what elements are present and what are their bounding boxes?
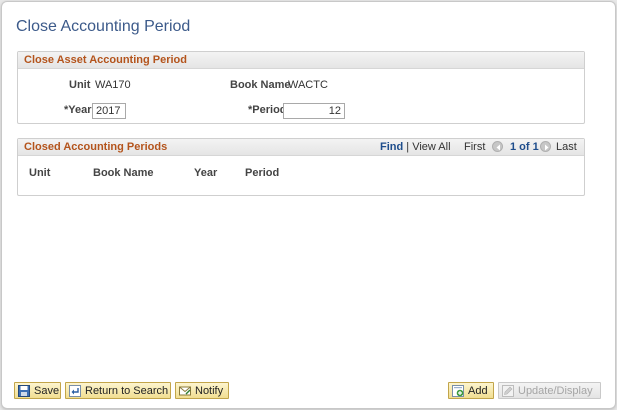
add-label: Add [468, 384, 488, 397]
return-to-search-label: Return to Search [85, 384, 169, 397]
notify-button[interactable]: Notify [175, 382, 229, 399]
period-field[interactable] [283, 103, 345, 119]
notify-label: Notify [195, 384, 224, 397]
view-all-link[interactable]: View All [412, 141, 450, 153]
save-label: Save [34, 384, 60, 397]
unit-value: WA170 [95, 79, 131, 91]
add-icon [452, 384, 464, 397]
page-frame: Close Accounting Period Close Asset Acco… [1, 1, 616, 409]
update-display-icon [502, 384, 514, 397]
notify-icon [179, 386, 191, 395]
find-link[interactable]: Find [380, 141, 403, 153]
close-asset-period-group: Close Asset Accounting Period Unit WA170… [17, 51, 585, 124]
grid-nav: Find | View All [380, 141, 451, 153]
column-header-unit: Unit [29, 167, 51, 179]
grid-title: Closed Accounting Periods [24, 141, 168, 153]
last-label: Last [556, 141, 577, 153]
year-field[interactable] [92, 103, 126, 119]
page-indicator-text: 1 of 1 [510, 141, 539, 153]
update-display-button[interactable]: Update/Display [498, 382, 601, 399]
unit-label: Unit [69, 79, 91, 91]
group-header: Close Asset Accounting Period [18, 52, 584, 69]
first-label: First [464, 141, 486, 153]
next-arrow-icon[interactable] [540, 141, 551, 153]
page-title: Close Accounting Period [16, 18, 191, 35]
add-button[interactable]: Add [448, 382, 494, 399]
return-arrow-icon [69, 384, 81, 397]
save-button[interactable]: Save [14, 382, 61, 399]
column-header-period: Period [245, 167, 280, 179]
grid-header: Closed Accounting Periods Find | View Al… [18, 139, 584, 156]
previous-arrow-icon[interactable] [492, 141, 503, 153]
column-header-year: Year [194, 167, 218, 179]
nav-separator: | [406, 141, 410, 153]
column-header-book-name: Book Name [93, 167, 154, 179]
year-label: *Year [64, 104, 92, 116]
group-title: Close Asset Accounting Period [24, 54, 187, 66]
period-label: *Period [248, 104, 287, 116]
book-name-label: Book Name [230, 79, 291, 91]
return-to-search-button[interactable]: Return to Search [65, 382, 171, 399]
book-name-value: WACTC [288, 79, 328, 91]
page-indicator: 1 of 1 [510, 141, 539, 153]
update-display-label: Update/Display [518, 384, 593, 397]
floppy-disk-icon [18, 384, 30, 397]
closed-periods-grid: Closed Accounting Periods Find | View Al… [17, 138, 585, 196]
